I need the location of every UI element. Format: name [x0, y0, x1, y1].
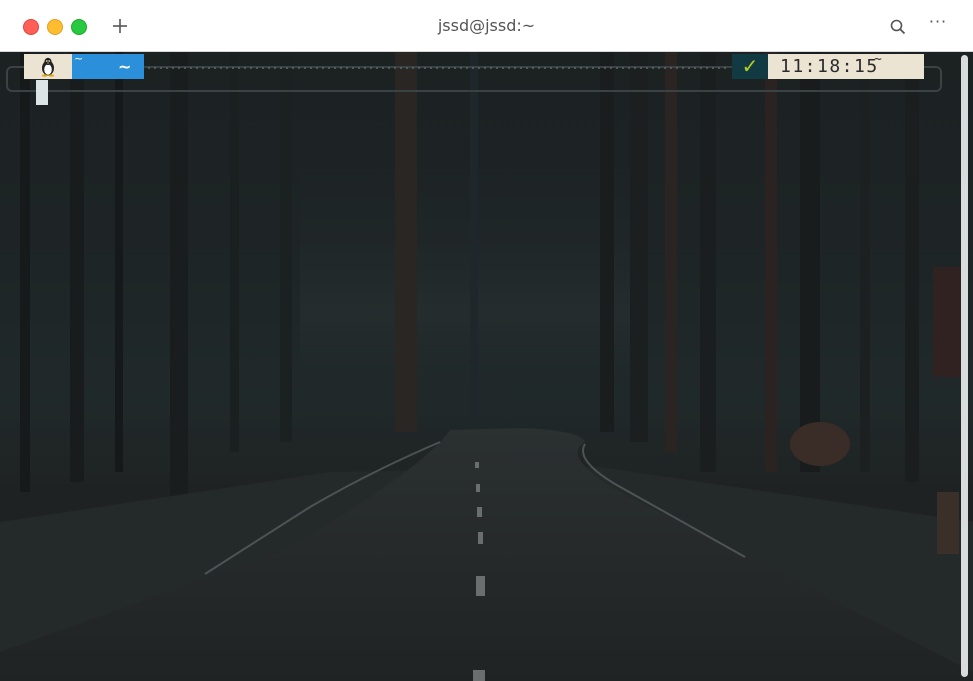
background-forest-road-image	[0, 52, 973, 681]
window-title: jssd@jssd:~	[437, 16, 536, 35]
more-options-button[interactable]: ···	[926, 12, 950, 34]
directory-segment: ~ ~	[72, 52, 144, 79]
time-tilde-marker: ~	[874, 52, 884, 67]
current-directory: ~	[118, 57, 132, 76]
tux-penguin-icon	[41, 57, 55, 77]
title-bar: jssd@jssd:~ ···	[0, 0, 973, 52]
exit-status-segment: ✓	[732, 54, 768, 79]
terminal-scrollbar[interactable]	[961, 55, 968, 677]
terminal-cursor	[36, 80, 48, 105]
time-segment: 11:18:15 ~	[768, 52, 924, 79]
search-icon[interactable]	[888, 17, 908, 37]
prompt-fill-dots	[146, 66, 730, 70]
directory-tilde-marker: ~	[74, 52, 84, 65]
prompt-time: 11:18:15	[780, 56, 879, 77]
os-segment	[24, 54, 72, 79]
terminal-view[interactable]: ~ ~ ✓ 11:18:15 ~	[0, 52, 973, 681]
